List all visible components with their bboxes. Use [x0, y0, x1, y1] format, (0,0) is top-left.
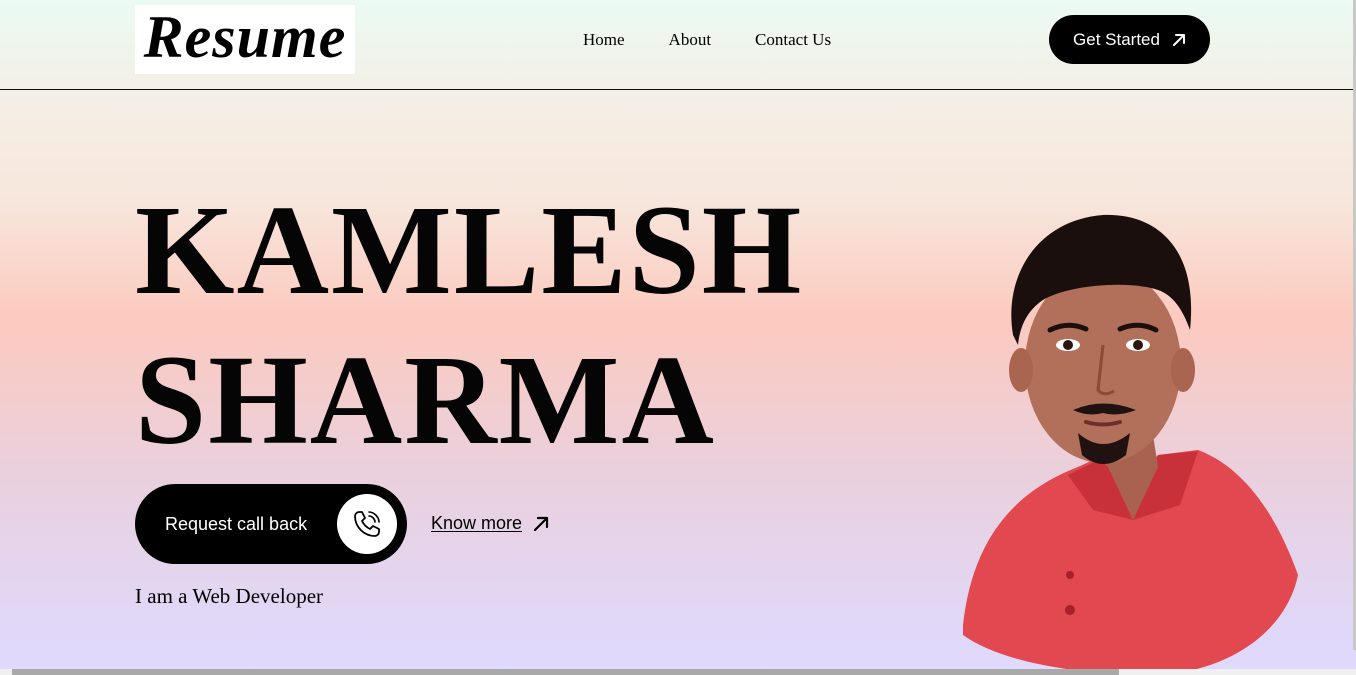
nav-contact-link[interactable]: Contact Us [755, 30, 831, 50]
logo[interactable]: Resume [135, 5, 355, 74]
nav-about-link[interactable]: About [669, 30, 712, 50]
main-nav: Home About Contact Us [583, 30, 831, 50]
get-started-label: Get Started [1073, 29, 1160, 49]
get-started-button[interactable]: Get Started [1049, 15, 1210, 64]
hero-first-name: KAMLESH [135, 179, 804, 321]
hero-last-name: SHARMA [135, 329, 716, 471]
request-callback-label: Request call back [165, 513, 308, 534]
know-more-link[interactable]: Know more [431, 513, 550, 534]
arrow-up-right-icon [533, 516, 549, 531]
arrow-up-right-icon [1172, 33, 1185, 46]
nav-home-link[interactable]: Home [583, 30, 625, 50]
phone-icon-circle [337, 494, 397, 554]
phone-call-icon [354, 511, 380, 537]
top-navbar: Resume Home About Contact Us Get Started [0, 0, 1356, 90]
request-callback-button[interactable]: Request call back [135, 484, 407, 564]
tagline: I am a Web Developer [135, 584, 324, 608]
profile-photo [963, 214, 1298, 675]
horizontal-scrollbar-thumb[interactable] [12, 669, 1119, 675]
know-more-label: Know more [431, 513, 523, 533]
horizontal-scrollbar[interactable] [0, 669, 1356, 675]
hero-name: KAMLESH SHARMA [135, 175, 803, 475]
